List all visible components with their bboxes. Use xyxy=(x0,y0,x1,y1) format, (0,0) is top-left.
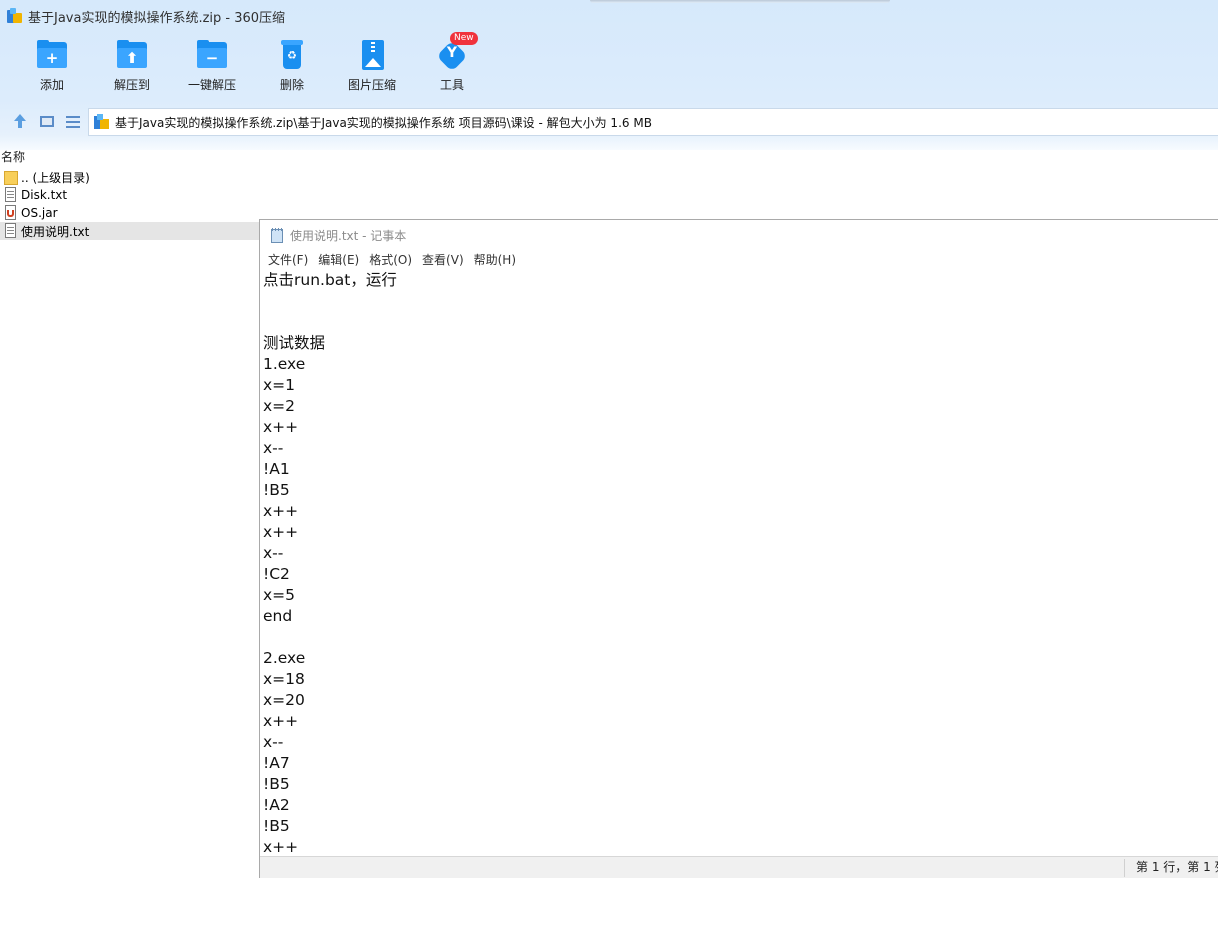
text-line: x=2 xyxy=(263,397,296,415)
new-badge: New xyxy=(450,32,478,45)
delete-button-label: 删除 xyxy=(279,78,304,92)
folder-icon xyxy=(4,169,18,185)
address-path: 基于Java实现的模拟操作系统.zip\基于Java实现的模拟操作系统 项目源码… xyxy=(115,115,652,130)
up-level-icon[interactable] xyxy=(11,113,29,131)
text-line: !A7 xyxy=(263,754,290,772)
window-title: 基于Java实现的模拟操作系统.zip - 360压缩 xyxy=(28,10,286,26)
notepad-text-area[interactable]: 点击run.bat，运行 测试数据 1.exe x=1 x=2 x++ x-- !A1 !B5 x… xyxy=(260,270,1218,856)
image-compress-button-label: 图片压缩 xyxy=(347,78,396,92)
text-line: !C2 xyxy=(263,565,290,583)
text-line: 1.exe xyxy=(263,355,306,373)
text-line: x=5 xyxy=(263,586,296,604)
text-line: x=18 xyxy=(263,670,305,688)
file-list: .. (上级目录) Disk.txt OS.jar 使用说明.txt xyxy=(0,168,260,240)
text-line: x++ xyxy=(263,523,299,541)
trash-icon: ♻ xyxy=(275,38,309,72)
add-button-label: 添加 xyxy=(39,78,64,92)
text-line: !B5 xyxy=(263,775,290,793)
text-line xyxy=(263,312,1218,333)
menu-file[interactable]: 文件(F) xyxy=(263,250,313,270)
address-bar[interactable]: 基于Java实现的模拟操作系统.zip\基于Java实现的模拟操作系统 项目源码… xyxy=(88,108,1218,136)
text-line xyxy=(263,627,1218,648)
one-click-extract-icon: − xyxy=(195,38,229,72)
notepad-window: 使用说明.txt - 记事本 文件(F) 编辑(E) 格式(O) 查看(V) 帮… xyxy=(259,219,1218,878)
menu-view[interactable]: 查看(V) xyxy=(417,250,469,270)
text-line xyxy=(263,291,1218,312)
text-line: x=1 xyxy=(263,376,296,394)
add-button[interactable]: + 添加 xyxy=(12,38,92,100)
notepad-status-bar: 第 1 行，第 1 列 xyxy=(260,856,1218,878)
text-line: !B5 xyxy=(263,817,290,835)
text-line: 点击run.bat，运行 xyxy=(263,271,397,289)
menu-format[interactable]: 格式(O) xyxy=(364,250,417,270)
navigation-row: 基于Java实现的模拟操作系统.zip\基于Java实现的模拟操作系统 项目源码… xyxy=(0,107,1218,137)
thumbnail-view-icon[interactable] xyxy=(38,113,56,131)
extract-to-icon: ⬆ xyxy=(115,38,149,72)
list-view-icon[interactable] xyxy=(64,113,82,131)
toolbar: + 添加 ⬆ 解压到 − 一键解压 ♻ 删除 图片压缩 Y New 工具 xyxy=(12,32,492,100)
text-line: x-- xyxy=(263,439,284,457)
text-line: end xyxy=(263,607,293,625)
360zip-app-icon xyxy=(7,8,23,24)
java-jar-icon xyxy=(4,205,18,221)
delete-button[interactable]: ♻ 删除 xyxy=(252,38,332,100)
text-file-icon xyxy=(4,223,18,239)
notepad-title-bar[interactable]: 使用说明.txt - 记事本 xyxy=(260,220,1218,250)
window-chrome: 基于Java实现的模拟操作系统.zip - 360压缩 + 添加 ⬆ 解压到 −… xyxy=(0,0,1218,150)
tools-button[interactable]: Y New 工具 xyxy=(412,32,492,100)
file-name: .. (上级目录) xyxy=(21,170,90,185)
text-line: x-- xyxy=(263,733,284,751)
status-divider xyxy=(1124,859,1125,877)
zip-archive-icon xyxy=(94,114,110,130)
text-line: x++ xyxy=(263,838,299,856)
notepad-menu-bar: 文件(F) 编辑(E) 格式(O) 查看(V) 帮助(H) xyxy=(260,250,1218,270)
menu-help[interactable]: 帮助(H) xyxy=(469,250,521,270)
text-line: x++ xyxy=(263,502,299,520)
text-line: !B5 xyxy=(263,481,290,499)
text-line: 测试数据 xyxy=(263,334,326,352)
list-item-readme-txt[interactable]: 使用说明.txt xyxy=(0,222,260,240)
list-item-os-jar[interactable]: OS.jar xyxy=(0,204,260,222)
notepad-icon xyxy=(270,227,284,243)
text-line: x=20 xyxy=(263,691,305,709)
tools-icon: Y New xyxy=(435,32,478,72)
notepad-title: 使用说明.txt - 记事本 xyxy=(290,228,407,243)
column-header-name[interactable]: 名称 xyxy=(0,148,25,164)
extract-to-button[interactable]: ⬆ 解压到 xyxy=(92,38,172,100)
cursor-position: 第 1 行，第 1 列 xyxy=(1136,860,1218,874)
text-line: x++ xyxy=(263,712,299,730)
text-line: x-- xyxy=(263,544,284,562)
menu-edit[interactable]: 编辑(E) xyxy=(313,250,364,270)
text-line: 2.exe xyxy=(263,649,306,667)
tools-button-label: 工具 xyxy=(439,78,464,92)
extract-to-button-label: 解压到 xyxy=(113,78,150,92)
file-name: 使用说明.txt xyxy=(21,224,90,239)
text-line: x++ xyxy=(263,418,299,436)
image-compress-icon xyxy=(355,38,389,72)
one-click-extract-button-label: 一键解压 xyxy=(187,78,236,92)
file-name: Disk.txt xyxy=(21,188,68,202)
add-folder-icon: + xyxy=(35,38,69,72)
text-line: !A1 xyxy=(263,460,290,478)
text-file-icon xyxy=(4,187,18,203)
text-line: !A2 xyxy=(263,796,290,814)
file-name: OS.jar xyxy=(21,206,58,220)
one-click-extract-button[interactable]: − 一键解压 xyxy=(172,38,252,100)
title-bar[interactable]: 基于Java实现的模拟操作系统.zip - 360压缩 xyxy=(0,0,1218,32)
list-item-parent-directory[interactable]: .. (上级目录) xyxy=(0,168,260,186)
image-compress-button[interactable]: 图片压缩 xyxy=(332,38,412,100)
list-item-disk-txt[interactable]: Disk.txt xyxy=(0,186,260,204)
